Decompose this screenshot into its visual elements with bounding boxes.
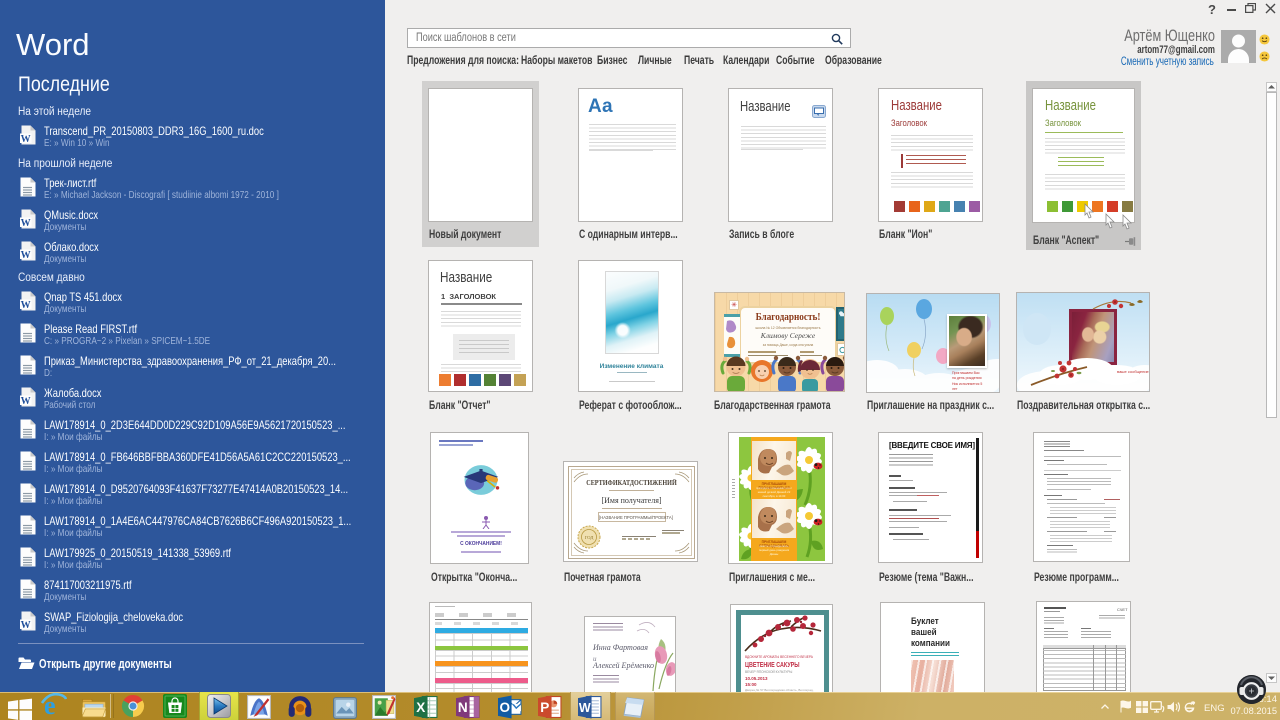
svg-text:X: X xyxy=(416,700,425,715)
svg-text:W: W xyxy=(21,300,31,311)
svg-text:W: W xyxy=(21,134,31,145)
svg-text:W: W xyxy=(579,701,591,715)
svg-text:N: N xyxy=(458,700,468,715)
svg-text:P: P xyxy=(540,700,549,715)
svg-text:W: W xyxy=(21,218,31,229)
svg-text:W: W xyxy=(21,250,31,261)
svg-text:O: O xyxy=(500,700,511,715)
svg-text:ГОД: ГОД xyxy=(585,535,594,540)
svg-text:W: W xyxy=(21,620,31,631)
svg-text:W: W xyxy=(21,396,31,407)
